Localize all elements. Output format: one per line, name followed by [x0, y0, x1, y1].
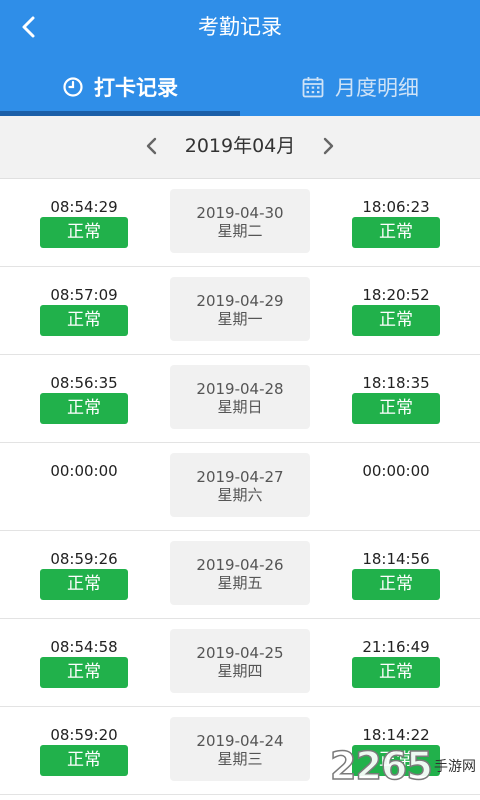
app-header: 考勤记录 打卡记录 月度明细 — [0, 0, 480, 116]
check-out-status-badge: 正常 — [352, 217, 440, 248]
check-out-time: 18:14:56 — [362, 550, 430, 568]
date-box: 2019-04-29 星期一 — [170, 277, 310, 341]
check-out-time: 18:06:23 — [362, 198, 430, 216]
next-month-button[interactable] — [316, 134, 340, 158]
record-row[interactable]: 08:57:09 正常 2019-04-29 星期一 18:20:52 正常 — [0, 267, 480, 355]
check-out-status-badge: 正常 — [352, 393, 440, 424]
check-in-status-badge: 正常 — [40, 569, 128, 600]
record-date: 2019-04-29 — [196, 292, 284, 310]
check-in-status-badge: 正常 — [40, 217, 128, 248]
record-date: 2019-04-28 — [196, 380, 284, 398]
tab-punch-records[interactable]: 打卡记录 — [0, 62, 240, 112]
record-date: 2019-04-30 — [196, 204, 284, 222]
check-in-time: 08:59:20 — [50, 726, 118, 744]
check-out-time: 18:18:35 — [362, 374, 430, 392]
check-in-status-badge: 正常 — [40, 657, 128, 688]
watermark-text: 手游网 — [434, 759, 476, 775]
record-weekday: 星期六 — [217, 486, 263, 504]
record-weekday: 星期四 — [217, 662, 263, 680]
date-box: 2019-04-24 星期三 — [170, 717, 310, 781]
check-out-status-badge: 正常 — [352, 305, 440, 336]
record-weekday: 星期一 — [217, 310, 263, 328]
check-out-time: 18:14:22 — [362, 726, 430, 744]
check-in-time: 08:57:09 — [50, 286, 118, 304]
check-in-time: 00:00:00 — [50, 462, 118, 480]
date-box: 2019-04-30 星期二 — [170, 189, 310, 253]
record-row[interactable]: 08:54:58 正常 2019-04-25 星期四 21:16:49 正常 — [0, 619, 480, 707]
previous-month-button[interactable] — [140, 134, 164, 158]
month-label: 2019年04月 — [184, 135, 296, 157]
check-in-time: 08:56:35 — [50, 374, 118, 392]
page-title: 考勤记录 — [198, 15, 282, 39]
check-in-time: 08:59:26 — [50, 550, 118, 568]
record-weekday: 星期五 — [217, 574, 263, 592]
tab-monthly-detail[interactable]: 月度明细 — [240, 62, 480, 112]
check-in-status-badge: 正常 — [40, 305, 128, 336]
record-row[interactable]: 08:56:35 正常 2019-04-28 星期日 18:18:35 正常 — [0, 355, 480, 443]
check-in-status-badge: 正常 — [40, 393, 128, 424]
tab-label: 打卡记录 — [94, 76, 178, 100]
check-in-time: 08:54:29 — [50, 198, 118, 216]
date-box: 2019-04-28 星期日 — [170, 365, 310, 429]
record-row[interactable]: 00:00:00 2019-04-27 星期六 00:00:00 — [0, 443, 480, 531]
chevron-left-icon — [146, 137, 157, 155]
record-date: 2019-04-24 — [196, 732, 284, 750]
check-out-status-badge: 正常 — [352, 657, 440, 688]
record-date: 2019-04-25 — [196, 644, 284, 662]
record-weekday: 星期三 — [217, 750, 263, 768]
check-out-time: 21:16:49 — [362, 638, 430, 656]
record-date: 2019-04-27 — [196, 468, 284, 486]
check-out-status-badge: 正常 — [352, 569, 440, 600]
date-box: 2019-04-25 星期四 — [170, 629, 310, 693]
record-weekday: 星期二 — [217, 222, 263, 240]
record-weekday: 星期日 — [217, 398, 263, 416]
attendance-record-list: 08:54:29 正常 2019-04-30 星期二 18:06:23 正常 08:57:0… — [0, 179, 480, 795]
check-in-time: 08:54:58 — [50, 638, 118, 656]
date-box: 2019-04-26 星期五 — [170, 541, 310, 605]
month-selector: 2019年04月 — [0, 116, 480, 179]
tab-label: 月度明细 — [335, 76, 419, 100]
date-box: 2019-04-27 星期六 — [170, 453, 310, 517]
record-row[interactable]: 08:59:26 正常 2019-04-26 星期五 18:14:56 正常 — [0, 531, 480, 619]
record-row[interactable]: 08:54:29 正常 2019-04-30 星期二 18:06:23 正常 — [0, 179, 480, 267]
check-out-time: 00:00:00 — [362, 462, 430, 480]
check-in-status-badge: 正常 — [40, 745, 128, 776]
watermark-number: 2265 — [329, 743, 433, 789]
record-date: 2019-04-26 — [196, 556, 284, 574]
tab-bar: 打卡记录 月度明细 — [0, 62, 480, 112]
calendar-icon — [302, 77, 324, 98]
clock-icon — [63, 77, 83, 97]
chevron-right-icon — [323, 137, 334, 155]
watermark-logo: 2265 手游网 — [329, 743, 480, 800]
check-out-time: 18:20:52 — [362, 286, 430, 304]
